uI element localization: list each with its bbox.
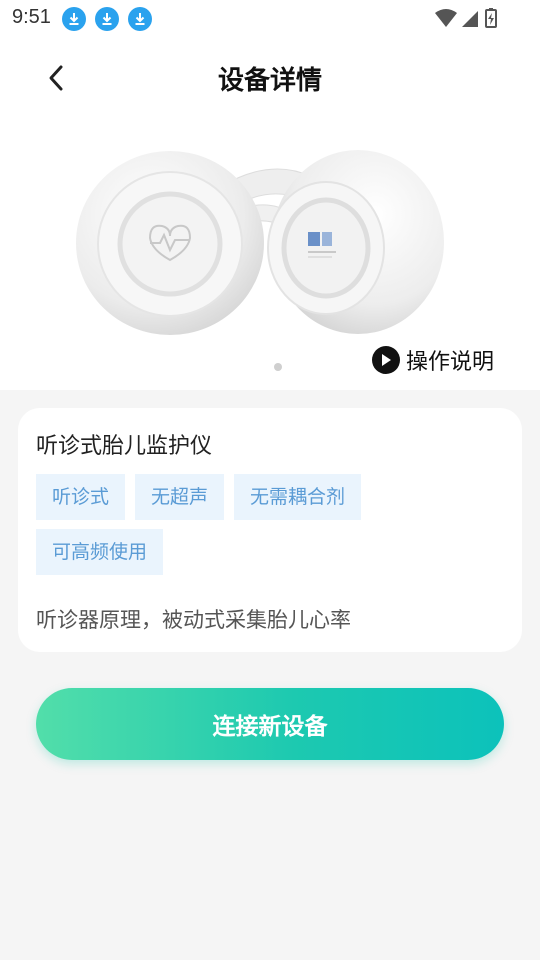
device-name: 听诊式胎儿监护仪: [36, 434, 213, 459]
feature-tag: 可高频使用: [36, 529, 164, 575]
battery-icon: [485, 8, 497, 28]
feature-tag: 无需耦合剂: [234, 474, 362, 520]
page-title: 设备详情: [217, 66, 322, 96]
device-description: 听诊器原理，被动式采集胎儿心率: [36, 608, 351, 632]
operation-guide-button[interactable]: 操作说明: [372, 344, 494, 376]
feature-tag: 听诊式: [36, 474, 126, 520]
feature-tag: 无超声: [135, 474, 225, 520]
device-image-carousel[interactable]: 操作说明: [0, 118, 540, 390]
play-circle-icon: [372, 346, 400, 374]
download-icon: [128, 7, 152, 31]
status-time: 9:51: [12, 6, 51, 28]
app-header: 设备详情: [0, 38, 540, 118]
wifi-icon: [435, 9, 457, 27]
download-icon: [95, 7, 119, 31]
status-icons: [434, 7, 500, 35]
device-info-card: 听诊式胎儿监护仪 听诊式 无超声 无需耦合剂 可高频使用 听诊器原理，被动式采集…: [18, 408, 522, 652]
signal-icon: [462, 11, 478, 27]
operation-guide-label: 操作说明: [406, 350, 495, 375]
connect-new-device-button[interactable]: 连接新设备: [36, 688, 504, 760]
status-bar: 9:51: [0, 0, 540, 38]
carousel-indicator[interactable]: [274, 363, 282, 371]
download-icon: [62, 7, 86, 31]
